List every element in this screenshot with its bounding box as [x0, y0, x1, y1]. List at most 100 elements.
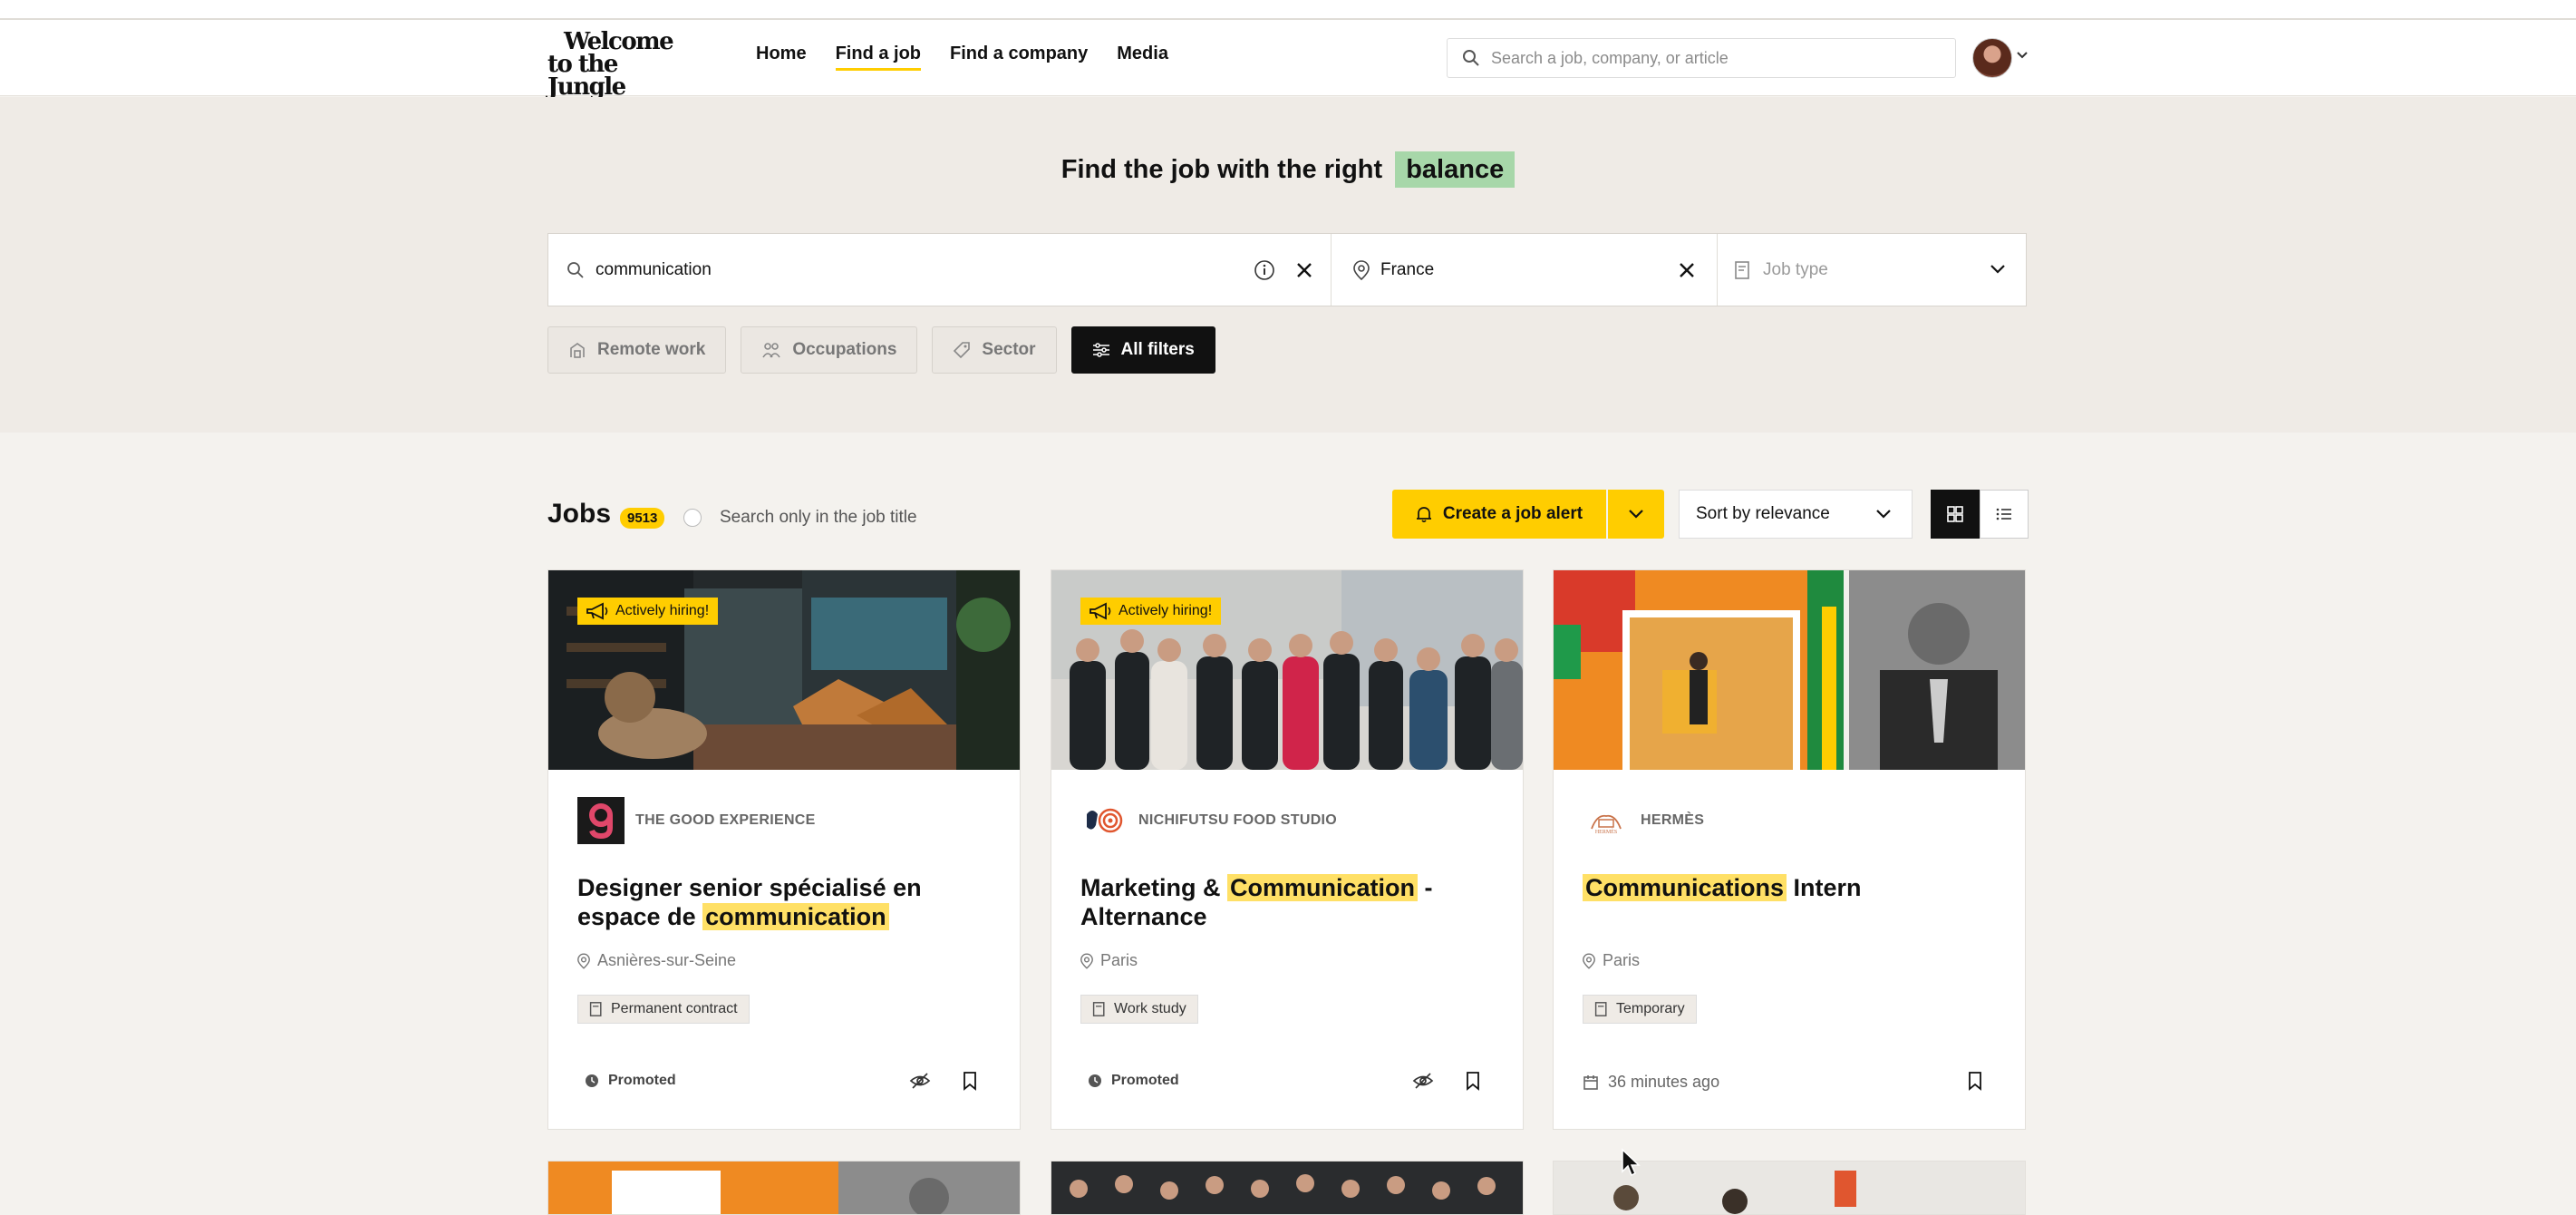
list-view-toggle[interactable]	[1980, 490, 2029, 539]
posted-time: 36 minutes ago	[1583, 1073, 1719, 1092]
actively-hiring-label: Actively hiring!	[1119, 603, 1213, 618]
job-card[interactable]	[1051, 1161, 1524, 1215]
filter-occupations[interactable]: Occupations	[741, 326, 918, 374]
chevron-down-icon	[1876, 510, 1891, 519]
info-icon[interactable]	[1254, 259, 1275, 281]
pin-icon	[1080, 953, 1093, 969]
company-name[interactable]: HERMÈS	[1641, 812, 1704, 829]
contract-icon	[1594, 1002, 1607, 1016]
company-logo: HERMÈS	[1583, 797, 1630, 844]
nav-find-a-job[interactable]: Find a job	[835, 44, 922, 71]
filter-remote-label: Remote work	[597, 340, 706, 359]
bookmark-icon[interactable]	[1465, 1071, 1481, 1091]
nav-home[interactable]: Home	[756, 44, 807, 71]
hero: Find the job with the right balance comm…	[0, 97, 2576, 433]
filter-remote-work[interactable]: Remote work	[547, 326, 727, 374]
promoted-icon	[586, 1074, 598, 1087]
avatar[interactable]	[1972, 38, 2012, 78]
job-type-select[interactable]: Job type	[1718, 234, 2026, 306]
site-logo[interactable]: Welcome to the Jungle	[547, 30, 702, 99]
promoted-text: Promoted	[608, 1073, 676, 1088]
filter-sector[interactable]: Sector	[932, 326, 1057, 374]
contract-icon	[589, 1002, 602, 1016]
megaphone-icon	[586, 602, 608, 620]
query-value[interactable]: communication	[596, 260, 712, 280]
contract-tag: Work study	[1080, 995, 1198, 1024]
bookmark-icon[interactable]	[962, 1071, 978, 1091]
location-field[interactable]: France	[1332, 234, 1718, 306]
actively-hiring-badge: Actively hiring!	[1080, 598, 1222, 625]
title-only-label[interactable]: Search only in the job title	[720, 508, 917, 528]
hide-icon[interactable]	[909, 1071, 931, 1091]
nav-find-a-company[interactable]: Find a company	[950, 44, 1088, 71]
sort-select[interactable]: Sort by relevance	[1679, 490, 1913, 539]
create-job-alert-button[interactable]: Create a job alert	[1392, 490, 1606, 539]
pin-icon	[1583, 953, 1595, 969]
mouse-cursor	[1622, 1148, 1641, 1177]
pin-icon	[1353, 259, 1370, 280]
job-alert-options-button[interactable]	[1608, 490, 1664, 539]
job-card[interactable]: Actively hiring! NICHIFUTSU FOOD STUDIO …	[1051, 569, 1524, 1130]
company-name[interactable]: THE GOOD EXPERIENCE	[635, 812, 816, 829]
sliders-icon	[1092, 343, 1109, 357]
company-row[interactable]: HERMÈS HERMÈS	[1583, 797, 1704, 844]
contract-icon	[1735, 260, 1749, 279]
chevron-down-icon[interactable]	[2016, 51, 2029, 60]
create-job-alert-label: Create a job alert	[1442, 504, 1583, 523]
chevron-down-icon	[1990, 265, 2005, 274]
clear-query-icon[interactable]	[1295, 261, 1313, 279]
job-card[interactable]: Actively hiring! THE GOOD EXPERIENCE Des…	[547, 569, 1021, 1130]
nav-media[interactable]: Media	[1117, 44, 1168, 71]
job-card[interactable]	[547, 1161, 1021, 1215]
promoted-text: Promoted	[1111, 1073, 1179, 1088]
job-title[interactable]: Designer senior spécialisé en espace de …	[577, 873, 976, 931]
hero-title-highlight: balance	[1395, 151, 1516, 188]
contract-tag: Permanent contract	[577, 995, 750, 1024]
actively-hiring-label: Actively hiring!	[615, 603, 710, 618]
job-card[interactable]: HERMÈS HERMÈS Communications Intern Pari…	[1553, 569, 2026, 1130]
job-title[interactable]: Marketing & Communication - Alternance	[1080, 873, 1479, 931]
job-search-bar: communication France Job type	[547, 233, 2027, 306]
grid-icon	[1947, 506, 1963, 522]
actively-hiring-badge: Actively hiring!	[577, 598, 719, 625]
company-name[interactable]: NICHIFUTSU FOOD STUDIO	[1138, 812, 1337, 829]
hero-title-text: Find the job with the right	[1060, 155, 1383, 184]
location-value[interactable]: France	[1380, 260, 1434, 280]
promoted-icon	[1089, 1074, 1101, 1087]
job-location-text: Paris	[1603, 951, 1641, 969]
grid-view-toggle[interactable]	[1931, 490, 1980, 539]
bookmark-icon[interactable]	[1967, 1071, 1983, 1091]
header-search[interactable]	[1447, 38, 1956, 78]
site-header: Welcome to the Jungle Home Find a job Fi…	[0, 20, 2576, 99]
header-search-input[interactable]	[1491, 48, 1955, 68]
contract-tag: Temporary	[1583, 995, 1697, 1024]
sort-value: Sort by relevance	[1696, 504, 1830, 523]
job-location-text: Asnières-sur-Seine	[597, 951, 737, 969]
pin-icon	[577, 953, 590, 969]
megaphone-icon	[1089, 602, 1111, 620]
all-filters-label: All filters	[1120, 340, 1195, 359]
job-location: Asnières-sur-Seine	[577, 951, 736, 970]
contract-tag-label: Temporary	[1616, 1001, 1685, 1016]
bell-icon	[1416, 507, 1431, 523]
search-icon	[1463, 50, 1479, 66]
query-field[interactable]: communication	[548, 234, 1332, 306]
company-logo	[577, 797, 625, 844]
clear-location-icon[interactable]	[1678, 261, 1696, 279]
promoted-label: Promoted	[585, 1073, 676, 1089]
hide-icon[interactable]	[1412, 1071, 1434, 1091]
filter-row: Remote work Occupations Sector All filte…	[547, 326, 1215, 374]
all-filters-button[interactable]: All filters	[1070, 326, 1215, 374]
jobs-count-badge: 9513	[620, 508, 665, 529]
jobs-title: Jobs	[547, 499, 612, 529]
chevron-down-icon	[1629, 510, 1643, 519]
filter-sector-label: Sector	[982, 340, 1036, 359]
people-icon	[762, 343, 780, 358]
posted-time-text: 36 minutes ago	[1608, 1073, 1720, 1091]
company-row[interactable]: THE GOOD EXPERIENCE	[577, 797, 816, 844]
filter-occupations-label: Occupations	[792, 340, 897, 359]
job-type-placeholder: Job type	[1763, 259, 1828, 279]
company-row[interactable]: NICHIFUTSU FOOD STUDIO	[1080, 797, 1337, 844]
title-only-toggle[interactable]	[683, 509, 702, 527]
job-title[interactable]: Communications Intern	[1583, 873, 1981, 902]
